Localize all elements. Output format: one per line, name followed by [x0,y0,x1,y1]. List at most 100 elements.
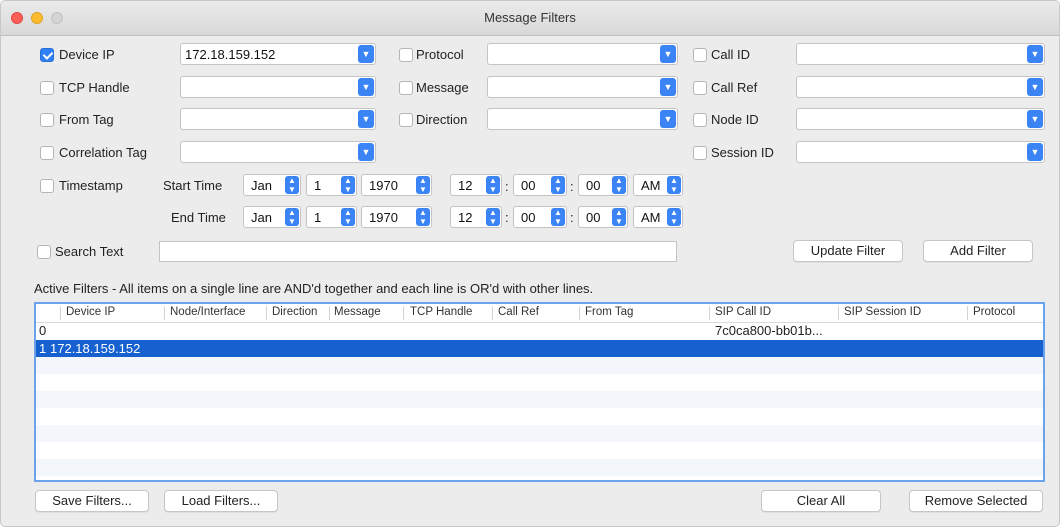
call-ref-combo[interactable]: ▼ [796,76,1045,98]
message-filters-window: Message Filters Device IP 172.18.159.152… [0,0,1060,527]
end-day-value: 1 [314,210,322,225]
column-header-from-tag[interactable]: From Tag [585,306,633,318]
start-minute-stepper[interactable]: 00 ▲ ▼ [513,174,567,196]
start-day-value: 1 [314,178,322,193]
stepper-arrows-icon[interactable]: ▲ ▼ [341,208,355,226]
column-header-node-interface[interactable]: Node/Interface [170,306,245,318]
start-hour-stepper[interactable]: 12 ▲ ▼ [450,174,502,196]
stepper-arrows-icon[interactable]: ▲ ▼ [486,176,500,194]
time-separator: : [570,210,574,225]
start-day-stepper[interactable]: 1 ▲ ▼ [306,174,357,196]
column-separator [60,306,61,320]
stepper-arrows-icon[interactable]: ▲ ▼ [551,208,565,226]
from-tag-combo[interactable]: ▼ [180,108,376,130]
column-header-sip-call-id[interactable]: SIP Call ID [715,306,771,318]
column-header-message[interactable]: Message [334,306,381,318]
call-id-checkbox[interactable] [693,48,707,62]
column-header-protocol[interactable]: Protocol [973,306,1015,318]
stepper-arrows-icon[interactable]: ▲ ▼ [285,208,299,226]
end-month-value: Jan [251,210,272,225]
clear-all-button[interactable]: Clear All [761,490,881,512]
table-row-selected[interactable]: 1 172.18.159.152 [36,340,1043,357]
session-id-checkbox[interactable] [693,146,707,160]
end-second-stepper[interactable]: 00 ▲ ▼ [578,206,628,228]
column-separator [403,306,404,320]
chevron-down-icon[interactable]: ▼ [1027,143,1043,161]
chevron-down-icon[interactable]: ▼ [1027,110,1043,128]
search-text-checkbox[interactable] [37,245,51,259]
timestamp-checkbox[interactable] [40,179,54,193]
stepper-arrows-icon[interactable]: ▲ ▼ [667,176,681,194]
chevron-down-icon[interactable]: ▼ [358,78,374,96]
node-id-combo[interactable]: ▼ [796,108,1045,130]
column-header-sip-session-id[interactable]: SIP Session ID [844,306,921,318]
protocol-label: Protocol [416,47,464,62]
end-minute-stepper[interactable]: 00 ▲ ▼ [513,206,567,228]
start-year-stepper[interactable]: 1970 ▲ ▼ [361,174,432,196]
direction-combo[interactable]: ▼ [487,108,678,130]
stepper-arrows-icon[interactable]: ▲ ▼ [667,208,681,226]
table-header: Device IP Node/Interface Direction Messa… [36,304,1043,323]
column-header-tcp-handle[interactable]: TCP Handle [410,306,472,318]
start-minute-value: 00 [521,178,536,193]
message-checkbox[interactable] [399,81,413,95]
chevron-down-icon[interactable]: ▼ [358,143,374,161]
column-separator [709,306,710,320]
stepper-arrows-icon[interactable]: ▲ ▼ [285,176,299,194]
end-month-stepper[interactable]: Jan ▲ ▼ [243,206,301,228]
end-day-stepper[interactable]: 1 ▲ ▼ [306,206,357,228]
end-year-stepper[interactable]: 1970 ▲ ▼ [361,206,432,228]
stepper-arrows-icon[interactable]: ▲ ▼ [341,176,355,194]
add-filter-button[interactable]: Add Filter [923,240,1033,262]
start-second-stepper[interactable]: 00 ▲ ▼ [578,174,628,196]
stepper-arrows-icon[interactable]: ▲ ▼ [416,176,430,194]
device-ip-combo[interactable]: 172.18.159.152 ▼ [180,43,376,65]
chevron-down-icon[interactable]: ▼ [1027,78,1043,96]
direction-checkbox[interactable] [399,113,413,127]
node-id-checkbox[interactable] [693,113,707,127]
session-id-combo[interactable]: ▼ [796,141,1045,163]
chevron-down-icon[interactable]: ▼ [660,45,676,63]
correlation-tag-combo[interactable]: ▼ [180,141,376,163]
call-ref-checkbox[interactable] [693,81,707,95]
chevron-down-icon[interactable]: ▼ [358,45,374,63]
protocol-combo[interactable]: ▼ [487,43,678,65]
remove-selected-button[interactable]: Remove Selected [909,490,1043,512]
chevron-down-icon[interactable]: ▼ [358,110,374,128]
tcp-handle-checkbox[interactable] [40,81,54,95]
correlation-tag-checkbox[interactable] [40,146,54,160]
stepper-arrows-icon[interactable]: ▲ ▼ [486,208,500,226]
correlation-tag-label: Correlation Tag [59,145,147,160]
stepper-arrows-icon[interactable]: ▲ ▼ [612,176,626,194]
update-filter-button[interactable]: Update Filter [793,240,903,262]
column-header-direction[interactable]: Direction [272,306,317,318]
start-month-value: Jan [251,178,272,193]
protocol-checkbox[interactable] [399,48,413,62]
end-hour-stepper[interactable]: 12 ▲ ▼ [450,206,502,228]
search-text-input[interactable] [159,241,677,262]
title-bar: Message Filters [1,1,1059,36]
tcp-handle-combo[interactable]: ▼ [180,76,376,98]
load-filters-button[interactable]: Load Filters... [164,490,278,512]
start-ampm-stepper[interactable]: AM ▲ ▼ [633,174,683,196]
empty-row [36,425,1043,442]
column-header-device-ip[interactable]: Device IP [66,306,115,318]
call-id-combo[interactable]: ▼ [796,43,1045,65]
sip-call-id-cell: 7c0ca800-bb01b... [715,323,823,338]
stepper-arrows-icon[interactable]: ▲ ▼ [612,208,626,226]
device-ip-checkbox[interactable] [40,48,54,62]
stepper-arrows-icon[interactable]: ▲ ▼ [551,176,565,194]
save-filters-button[interactable]: Save Filters... [35,490,149,512]
end-ampm-stepper[interactable]: AM ▲ ▼ [633,206,683,228]
message-combo[interactable]: ▼ [487,76,678,98]
chevron-down-icon[interactable]: ▼ [660,110,676,128]
stepper-arrows-icon[interactable]: ▲ ▼ [416,208,430,226]
active-filters-table[interactable]: Device IP Node/Interface Direction Messa… [34,302,1045,482]
column-header-call-ref[interactable]: Call Ref [498,306,539,318]
call-ref-label: Call Ref [711,80,758,95]
start-month-stepper[interactable]: Jan ▲ ▼ [243,174,301,196]
table-row[interactable]: 0 7c0ca800-bb01b... [36,322,1043,339]
from-tag-checkbox[interactable] [40,113,54,127]
chevron-down-icon[interactable]: ▼ [660,78,676,96]
chevron-down-icon[interactable]: ▼ [1027,45,1043,63]
